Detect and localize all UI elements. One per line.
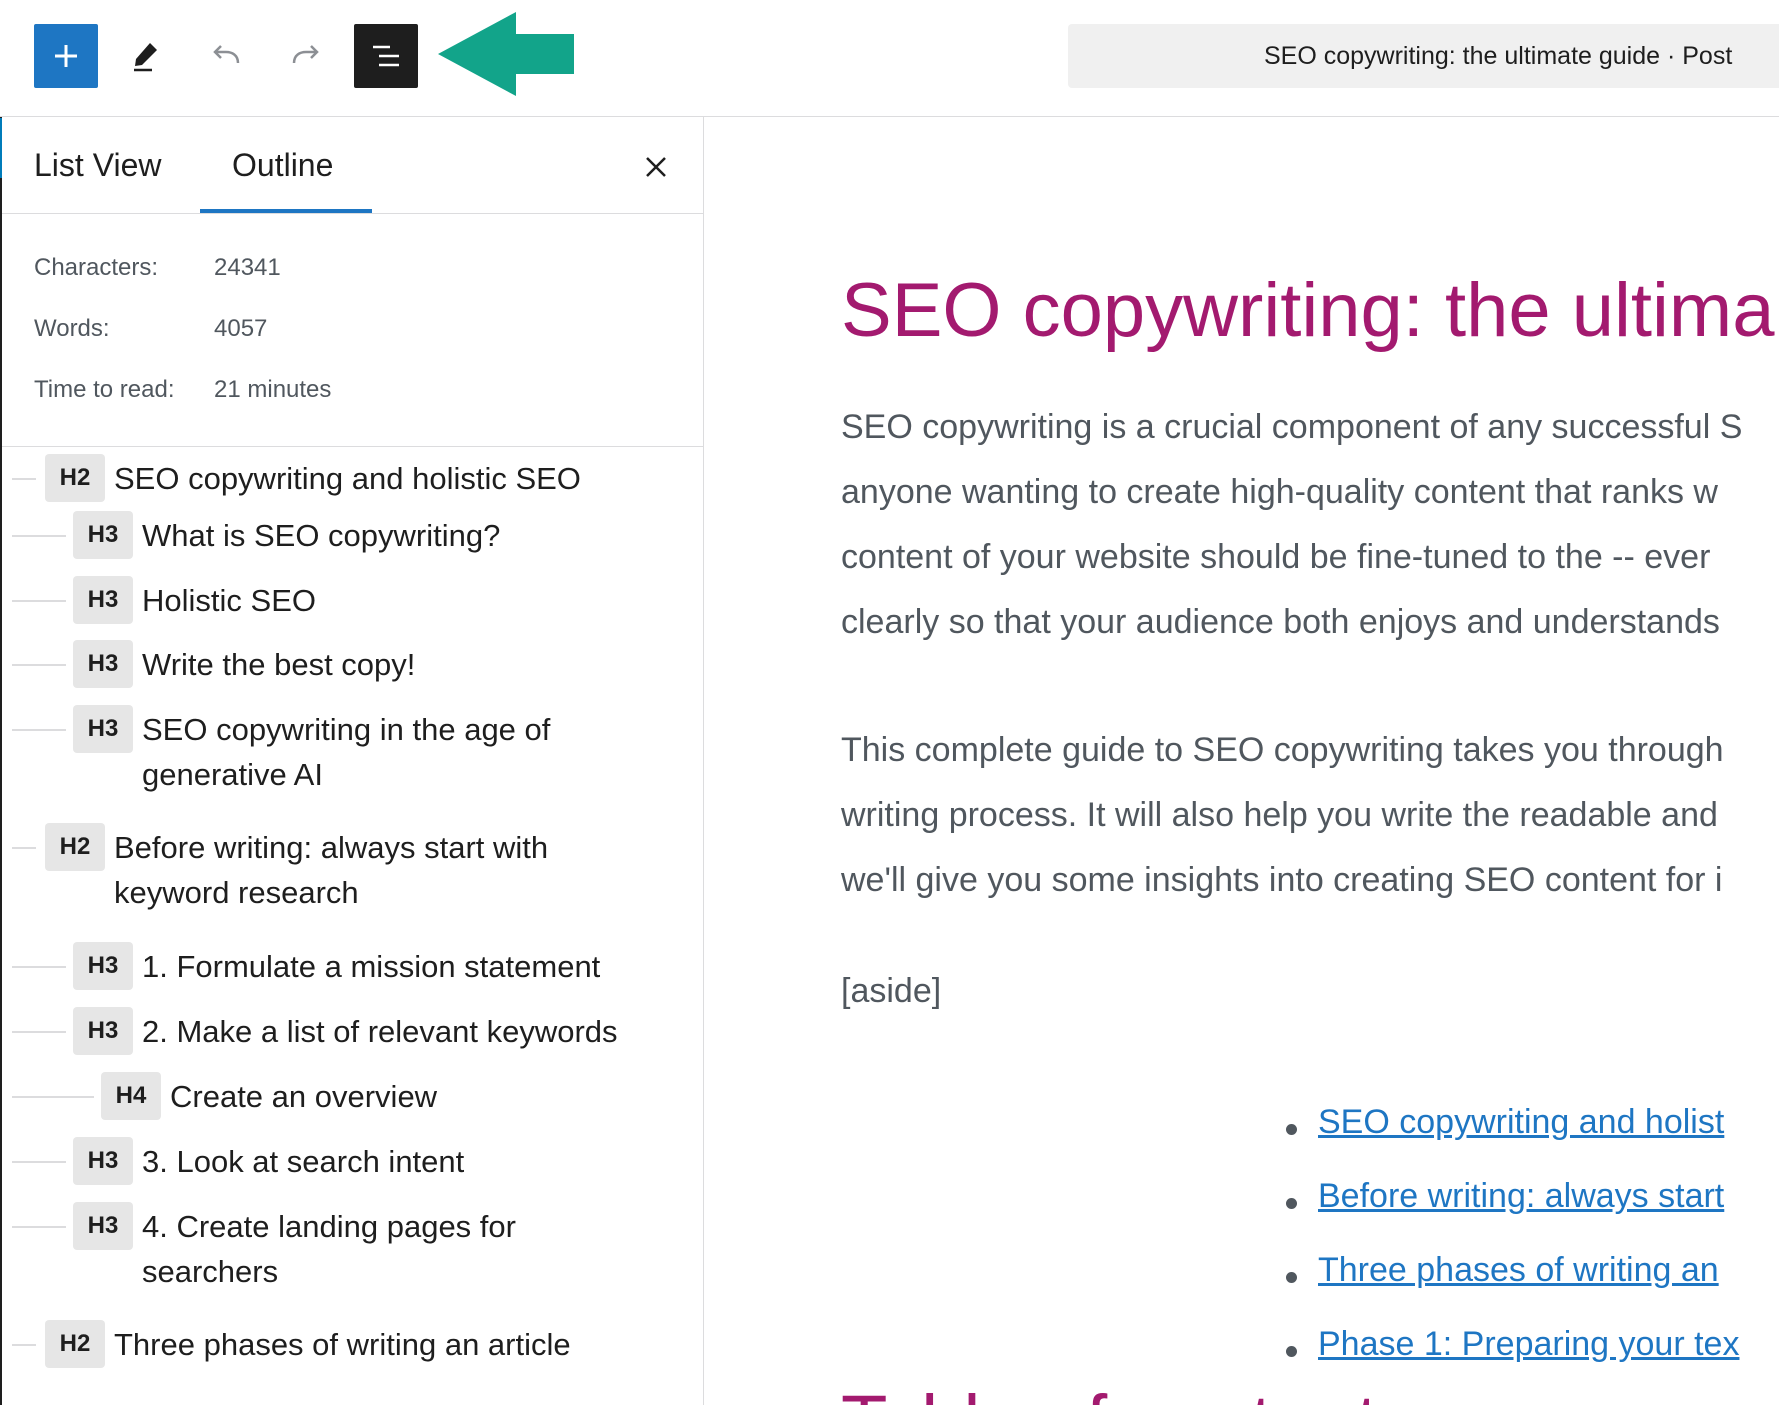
outline-item-text: Create an overview [170, 1079, 438, 1114]
add-block-button[interactable] [34, 24, 98, 88]
undo-icon [213, 45, 240, 64]
toc-link[interactable]: SEO copywriting and holist [1318, 1103, 1724, 1141]
outline-connector [12, 1031, 66, 1033]
outline-connector [12, 1161, 66, 1163]
paragraph-line: anyone wanting to create high-quality co… [841, 473, 1718, 511]
tab-active-indicator [200, 209, 372, 213]
stat-label: Time to read: [34, 376, 175, 403]
paragraph-line: This complete guide to SEO copywriting t… [841, 731, 1724, 769]
outline-item[interactable]: H3 2. Make a list of relevant keywords [73, 1007, 693, 1055]
document-overview-icon [373, 45, 399, 67]
outline-connector [12, 600, 66, 602]
stat-label: Words: [34, 315, 110, 342]
outline-item-text: 4. Create landing pages for searchers [142, 1209, 516, 1289]
outline-connector [12, 535, 66, 537]
table-of-contents-list: SEO copywriting and holist Before writin… [1285, 1103, 1739, 1399]
outline-item-text: What is SEO copywriting? [142, 518, 501, 553]
heading-level-badge: H3 [73, 1202, 133, 1250]
outline-item[interactable]: H2 Three phases of writing an article [45, 1320, 665, 1368]
outline-connector [12, 729, 66, 731]
document-title-bar[interactable]: SEO copywriting: the ultimate guide · Po… [1068, 24, 1779, 88]
heading-level-badge: H3 [73, 640, 133, 688]
heading-level-badge: H2 [45, 454, 105, 502]
heading-level-badge: H2 [45, 823, 105, 871]
annotation-arrow-icon [438, 12, 574, 96]
close-icon [646, 157, 666, 177]
heading-level-badge: H3 [73, 1137, 133, 1185]
heading-level-badge: H3 [73, 705, 133, 753]
paragraph-line: content of your website should be fine-t… [841, 538, 1711, 576]
heading-level-badge: H3 [73, 511, 133, 559]
outline-item[interactable]: H4 Create an overview [101, 1072, 691, 1120]
toc-item: Phase 1: Preparing your tex [1285, 1325, 1739, 1399]
outline-item[interactable]: H3 1. Formulate a mission statement [73, 942, 693, 990]
paragraph-line: clearly so that your audience both enjoy… [841, 603, 1720, 641]
paragraph-line: we'll give you some insights into creati… [841, 861, 1723, 899]
outline-item-text: SEO copywriting and holistic SEO [114, 461, 581, 496]
toc-heading-text: Table of contents [841, 1389, 1441, 1405]
outline-item-text: 3. Look at search intent [142, 1144, 465, 1179]
tools-button[interactable] [114, 24, 178, 88]
outline-item-text: 1. Formulate a mission statement [142, 949, 601, 984]
outline-item[interactable]: H3 Holistic SEO [73, 576, 673, 624]
document-title: SEO copywriting: the ultimate guide · Po… [1264, 41, 1733, 70]
editor-canvas: SEO copywriting: the ultima SEO copywrit… [704, 117, 1779, 1405]
stat-label: Characters: [34, 254, 159, 281]
outline-item-text: 2. Make a list of relevant keywords [142, 1014, 618, 1049]
outline-item[interactable]: H3 Write the best copy! [73, 640, 673, 688]
outline-item[interactable]: H3 3. Look at search intent [73, 1137, 693, 1185]
heading-level-badge: H3 [73, 942, 133, 990]
heading-level-badge: H3 [73, 1007, 133, 1055]
outline-connector [12, 478, 36, 480]
pencil-icon [134, 43, 157, 72]
outline-connector [12, 664, 66, 666]
outline-item-text: Before writing: always start with keywor… [114, 830, 549, 910]
toc-link[interactable]: Three phases of writing an [1318, 1251, 1719, 1289]
redo-icon [292, 45, 319, 64]
outline-item[interactable]: H3 SEO copywriting in the age of generat… [73, 705, 633, 797]
outline-item-text: SEO copywriting in the age of generative… [142, 712, 551, 792]
document-overview-sidebar: List View Outline Characters: 24341 Word… [2, 117, 704, 1405]
aside-shortcode[interactable]: [aside] [841, 972, 941, 1011]
stat-value: 24341 [214, 254, 281, 281]
document-stats: Characters: 24341 Words: 4057 Time to re… [2, 214, 703, 447]
outline-item[interactable]: H2 Before writing: always start with key… [45, 823, 665, 915]
heading-level-badge: H3 [73, 576, 133, 624]
toc-item: Three phases of writing an [1285, 1251, 1739, 1325]
close-sidebar-button[interactable] [638, 149, 674, 185]
undo-button[interactable] [194, 24, 258, 88]
outline-item-text: Write the best copy! [142, 647, 416, 682]
paragraph-line: writing process. It will also help you w… [841, 796, 1718, 834]
outline-item[interactable]: H2 SEO copywriting and holistic SEO [45, 454, 665, 502]
tab-outline[interactable]: Outline [232, 147, 333, 184]
document-overview-button[interactable] [354, 24, 418, 88]
outline-item[interactable]: H3 4. Create landing pages for searchers [73, 1202, 633, 1294]
redo-button[interactable] [274, 24, 338, 88]
editor-toolbar: SEO copywriting: the ultimate guide · Po… [0, 0, 1779, 117]
plus-icon [55, 45, 77, 67]
outline-item[interactable]: H3 What is SEO copywriting? [73, 511, 673, 559]
toc-item: SEO copywriting and holist [1285, 1103, 1739, 1177]
outline-item-text: Three phases of writing an article [114, 1327, 571, 1362]
paragraph-block[interactable]: SEO copywriting is a crucial component o… [841, 395, 1742, 655]
heading-level-badge: H2 [45, 1320, 105, 1368]
sidebar-tabs: List View Outline [2, 117, 703, 214]
outline-connector [12, 1096, 94, 1098]
outline-item-text: Holistic SEO [142, 583, 316, 618]
stat-value: 21 minutes [214, 376, 332, 403]
paragraph-block[interactable]: This complete guide to SEO copywriting t… [841, 718, 1724, 913]
outline-connector [12, 1344, 36, 1346]
toc-link[interactable]: Before writing: always start [1318, 1177, 1724, 1215]
heading-level-badge: H4 [101, 1072, 161, 1120]
tab-list-view[interactable]: List View [34, 147, 161, 184]
outline-connector [12, 1226, 66, 1228]
toc-item: Before writing: always start [1285, 1177, 1739, 1251]
stat-value: 4057 [214, 315, 268, 342]
outline-connector [12, 847, 36, 849]
toc-link[interactable]: Phase 1: Preparing your tex [1318, 1325, 1739, 1363]
post-title[interactable]: SEO copywriting: the ultima [841, 267, 1775, 354]
outline-connector [12, 966, 66, 968]
paragraph-line: SEO copywriting is a crucial component o… [841, 408, 1743, 446]
toc-heading-partial: Table of contents [841, 1389, 1441, 1405]
